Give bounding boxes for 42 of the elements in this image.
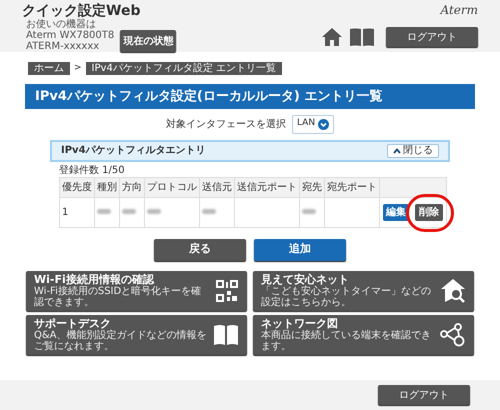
column-header: 送信元	[200, 177, 234, 197]
shortcut-card[interactable]: ネットワーク図 本商品に接続している端末を確認できます。	[253, 314, 474, 354]
column-header: 宛先ポート	[324, 177, 380, 197]
column-header: 優先度	[60, 177, 94, 197]
book-icon	[213, 324, 239, 346]
chevron-down-icon	[318, 118, 330, 130]
column-header: 宛先	[300, 177, 324, 197]
column-header: 送信元ポート	[234, 177, 300, 197]
breadcrumb-link[interactable]: ホーム	[28, 62, 70, 76]
interface-select[interactable]: LAN	[292, 114, 334, 134]
add-button[interactable]: 追加	[254, 238, 346, 260]
shortcut-card[interactable]: 見えて安心ネット 「こども安心ネットタイマー」などの設定はこちらから。	[253, 270, 474, 310]
logout-button[interactable]: ログアウト	[378, 385, 470, 405]
column-header: プロトコル	[144, 177, 200, 197]
interface-label: 対象インタフェースを選択	[166, 118, 286, 132]
book-icon[interactable]	[350, 28, 374, 46]
page-title-bar: IPv4パケットフィルタ設定(ローカルルータ) エントリ一覧	[25, 84, 475, 108]
edit-button[interactable]: 編集	[383, 204, 409, 220]
collapse-button[interactable]: 閉じる	[387, 144, 439, 158]
entry-count: 登録件数 1/50	[59, 164, 126, 176]
device-info-text: お使いの機器は	[26, 19, 97, 30]
device-info-text: Aterm WX7800T8	[26, 30, 114, 41]
app-title: クイック設定Web	[22, 3, 142, 19]
delete-button[interactable]: 削除	[415, 204, 443, 220]
breadcrumb-separator: >	[74, 62, 82, 75]
device-info-text: ATERM-xxxxxx	[26, 41, 100, 52]
shortcut-card[interactable]: Wi-Fi接続用情報の確認 Wi-Fi接続用のSSIDと暗号化キーを確認できます。	[26, 270, 247, 310]
status-button[interactable]: 現在の状態	[120, 30, 176, 52]
house-search-icon	[440, 278, 466, 304]
shortcut-card[interactable]: サポートデスク Q&A、機能別設定ガイドなどの情報をご覧になれます。	[26, 314, 247, 354]
chevron-up-icon	[393, 148, 401, 154]
column-header: 種別	[94, 177, 120, 197]
section-title: IPv4パケットフィルタエントリ	[61, 144, 206, 158]
qr-code-icon	[215, 278, 239, 302]
breadcrumb-link[interactable]: IPv4パケットフィルタ設定 エントリ一覧	[86, 62, 282, 76]
back-button[interactable]: 戻る	[154, 238, 246, 260]
network-icon	[440, 322, 466, 346]
logout-button[interactable]: ログアウト	[386, 27, 478, 47]
column-header: 方向	[120, 177, 144, 197]
table-cell: 1	[62, 206, 68, 218]
brand-logo: Aterm	[440, 3, 478, 17]
home-icon[interactable]	[322, 28, 342, 46]
